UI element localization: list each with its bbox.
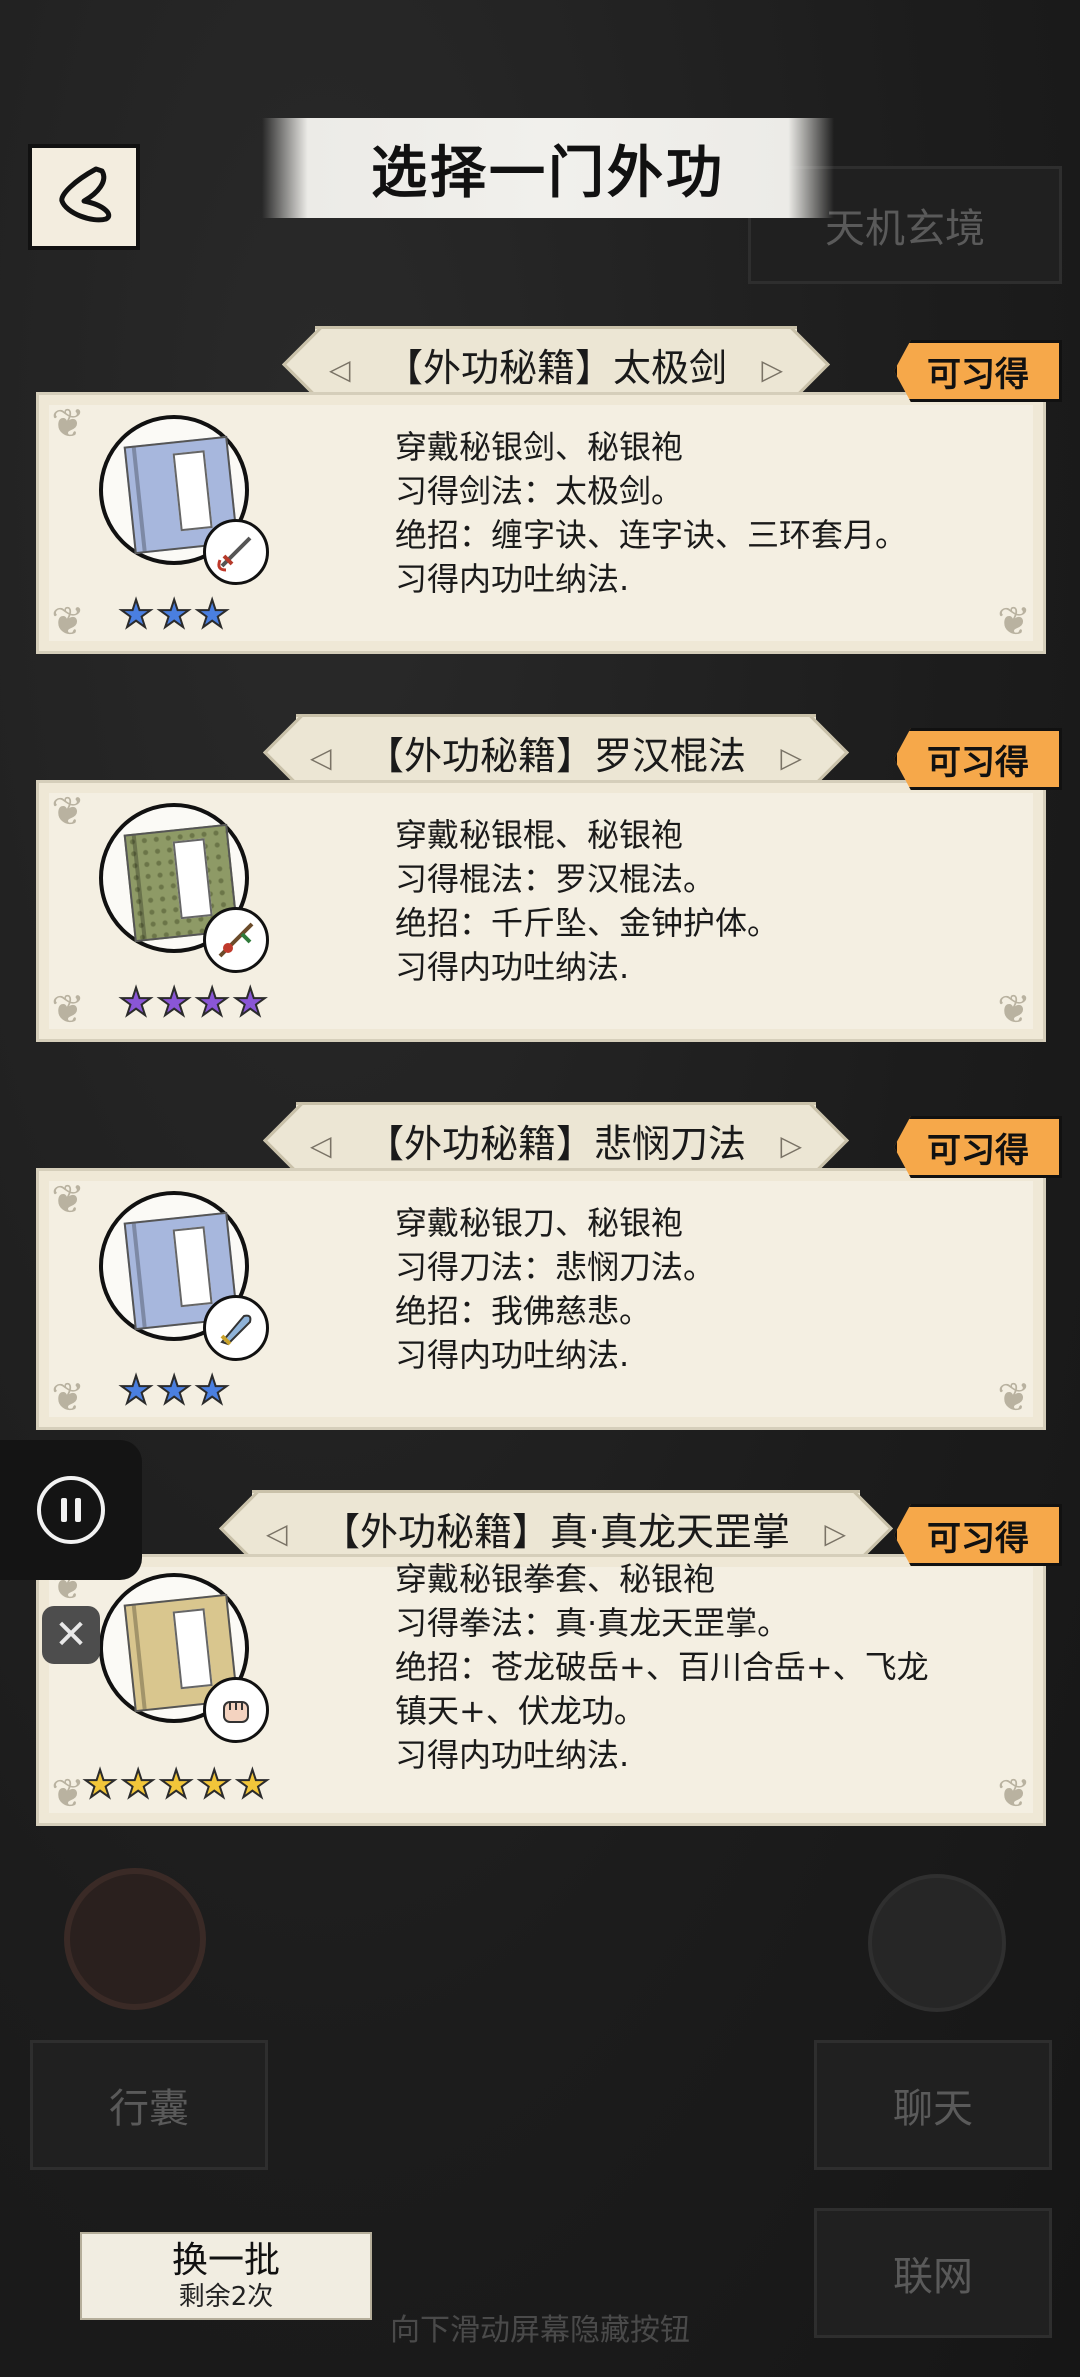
card-body: ❦ ❦ ❦ ★ ★ ★ ★ ★ 穿戴秘银拳套、秘银袍 习得拳法：真·真龙天罡掌。 绝招：苍龙… bbox=[36, 1554, 1046, 1826]
star-rating: ★ ★ ★ bbox=[118, 592, 230, 636]
sword-icon bbox=[203, 519, 269, 585]
star-icon: ★ bbox=[118, 1368, 154, 1412]
left-arrow-icon: ◁ bbox=[328, 353, 351, 386]
refresh-remaining: 剩余2次 bbox=[178, 2282, 274, 2312]
card-title-text: 【外功秘籍】真·真龙天罡掌 bbox=[321, 1509, 791, 1554]
card-title-text: 【外功秘籍】太极剑 bbox=[384, 345, 727, 390]
technique-card[interactable]: ◁ 【外功秘籍】真·真龙天罡掌 ▷ ❦ ❦ ❦ ★ ★ ★ ★ ★ 穿戴秘银拳套、秘银袍… bbox=[36, 1484, 1062, 1826]
card-body: ❦ ❦ ❦ ★ ★ ★ ★ 穿戴秘银棍、秘银袍 习得棍法：罗汉棍法。 绝招：千斤坠、金钟护… bbox=[36, 780, 1046, 1042]
corner-ornament-icon: ❦ bbox=[51, 1177, 85, 1223]
star-icon: ★ bbox=[118, 592, 154, 636]
technique-card[interactable]: ◁ 【外功秘籍】太极剑 ▷ ❦ ❦ ❦ ★ ★ ★ 穿戴秘银剑、秘银袍 习得剑法：太极… bbox=[36, 320, 1062, 660]
star-icon: ★ bbox=[232, 980, 268, 1024]
card-description: 穿戴秘银剑、秘银袍 习得剑法：太极剑。 绝招：缠字诀、连字诀、三环套月。 习得内功吐纳… bbox=[395, 428, 908, 598]
card-body: ❦ ❦ ❦ ★ ★ ★ 穿戴秘银剑、秘银袍 习得剑法：太极剑。 绝招：缠字诀、连字诀、三… bbox=[36, 392, 1046, 654]
left-arrow-icon: ◁ bbox=[265, 1517, 288, 1550]
left-arrow-icon: ◁ bbox=[309, 741, 332, 774]
card-body: ❦ ❦ ❦ ★ ★ ★ 穿戴秘银刀、秘银袍 习得刀法：悲悯刀法。 绝招：我佛慈悲。 习得内… bbox=[36, 1168, 1046, 1430]
star-icon: ★ bbox=[194, 980, 230, 1024]
screen-title: 选择一门外功 bbox=[262, 118, 834, 218]
chat-button: 聊天 bbox=[814, 2040, 1052, 2170]
book-icon bbox=[99, 415, 269, 585]
book-icon bbox=[99, 1573, 269, 1743]
blade-icon bbox=[203, 1295, 269, 1361]
technique-card[interactable]: ◁ 【外功秘籍】罗汉棍法 ▷ ❦ ❦ ❦ ★ ★ ★ ★ 穿戴秘银棍、秘银袍 习得棍法：… bbox=[36, 708, 1062, 1048]
staff-icon bbox=[203, 907, 269, 973]
close-icon: ✕ bbox=[54, 1612, 88, 1658]
right-arrow-icon: ▷ bbox=[761, 353, 783, 386]
star-icon: ★ bbox=[82, 1762, 118, 1806]
book-icon bbox=[99, 803, 269, 973]
corner-ornament-icon: ❦ bbox=[51, 987, 85, 1033]
corner-ornament-icon: ❦ bbox=[51, 599, 85, 645]
learnable-badge: 可习得 bbox=[894, 340, 1062, 402]
pause-button[interactable] bbox=[37, 1476, 105, 1544]
close-button[interactable]: ✕ bbox=[42, 1606, 100, 1664]
pause-panel bbox=[0, 1440, 142, 1580]
pause-icon bbox=[61, 1498, 67, 1522]
run-icon bbox=[868, 1874, 1006, 2012]
book-icon bbox=[99, 1191, 269, 1361]
star-icon: ★ bbox=[118, 980, 154, 1024]
corner-ornament-icon: ❦ bbox=[51, 401, 85, 447]
learnable-badge: 可习得 bbox=[894, 1504, 1062, 1566]
star-icon: ★ bbox=[234, 1762, 270, 1806]
star-icon: ★ bbox=[194, 592, 230, 636]
card-description: 穿戴秘银棍、秘银袍 习得棍法：罗汉棍法。 绝招：千斤坠、金钟护体。 习得内功吐纳法. bbox=[395, 816, 780, 986]
card-description: 穿戴秘银刀、秘银袍 习得刀法：悲悯刀法。 绝招：我佛慈悲。 习得内功吐纳法. bbox=[395, 1204, 716, 1374]
star-rating: ★ ★ ★ bbox=[118, 1368, 230, 1412]
corner-ornament-icon: ❦ bbox=[997, 987, 1031, 1033]
card-description: 穿戴秘银拳套、秘银袍 习得拳法：真·真龙天罡掌。 绝招：苍龙破岳+、百川合岳+、飞龙… bbox=[395, 1560, 929, 1774]
star-rating: ★ ★ ★ ★ bbox=[118, 980, 268, 1024]
corner-ornament-icon: ❦ bbox=[997, 1375, 1031, 1421]
corner-ornament-icon: ❦ bbox=[997, 599, 1031, 645]
refresh-button[interactable]: 换一批 剩余2次 bbox=[80, 2232, 372, 2320]
left-arrow-icon: ◁ bbox=[309, 1129, 332, 1162]
card-title-text: 【外功秘籍】罗汉棍法 bbox=[365, 733, 746, 778]
learnable-badge: 可习得 bbox=[894, 1116, 1062, 1178]
back-icon bbox=[59, 166, 112, 223]
card-title-text: 【外功秘籍】悲悯刀法 bbox=[365, 1121, 746, 1166]
fist-icon bbox=[203, 1677, 269, 1743]
right-arrow-icon: ▷ bbox=[780, 741, 802, 774]
right-arrow-icon: ▷ bbox=[824, 1517, 847, 1550]
star-icon: ★ bbox=[158, 1762, 194, 1806]
star-icon: ★ bbox=[196, 1762, 232, 1806]
corner-ornament-icon: ❦ bbox=[51, 1375, 85, 1421]
star-icon: ★ bbox=[156, 592, 192, 636]
star-icon: ★ bbox=[120, 1762, 156, 1806]
star-icon: ★ bbox=[156, 1368, 192, 1412]
star-icon: ★ bbox=[194, 1368, 230, 1412]
right-arrow-icon: ▷ bbox=[780, 1129, 802, 1162]
star-rating: ★ ★ ★ ★ ★ bbox=[82, 1762, 270, 1806]
star-icon: ★ bbox=[156, 980, 192, 1024]
refresh-label: 换一批 bbox=[171, 2240, 280, 2281]
technique-card[interactable]: ◁ 【外功秘籍】悲悯刀法 ▷ ❦ ❦ ❦ ★ ★ ★ 穿戴秘银刀、秘银袍 习得刀法：悲… bbox=[36, 1096, 1062, 1436]
back-button[interactable] bbox=[28, 144, 140, 250]
sect-emblem bbox=[64, 1868, 206, 2010]
bag-button: 行囊 bbox=[30, 2040, 268, 2170]
learnable-badge: 可习得 bbox=[894, 728, 1062, 790]
corner-ornament-icon: ❦ bbox=[51, 789, 85, 835]
